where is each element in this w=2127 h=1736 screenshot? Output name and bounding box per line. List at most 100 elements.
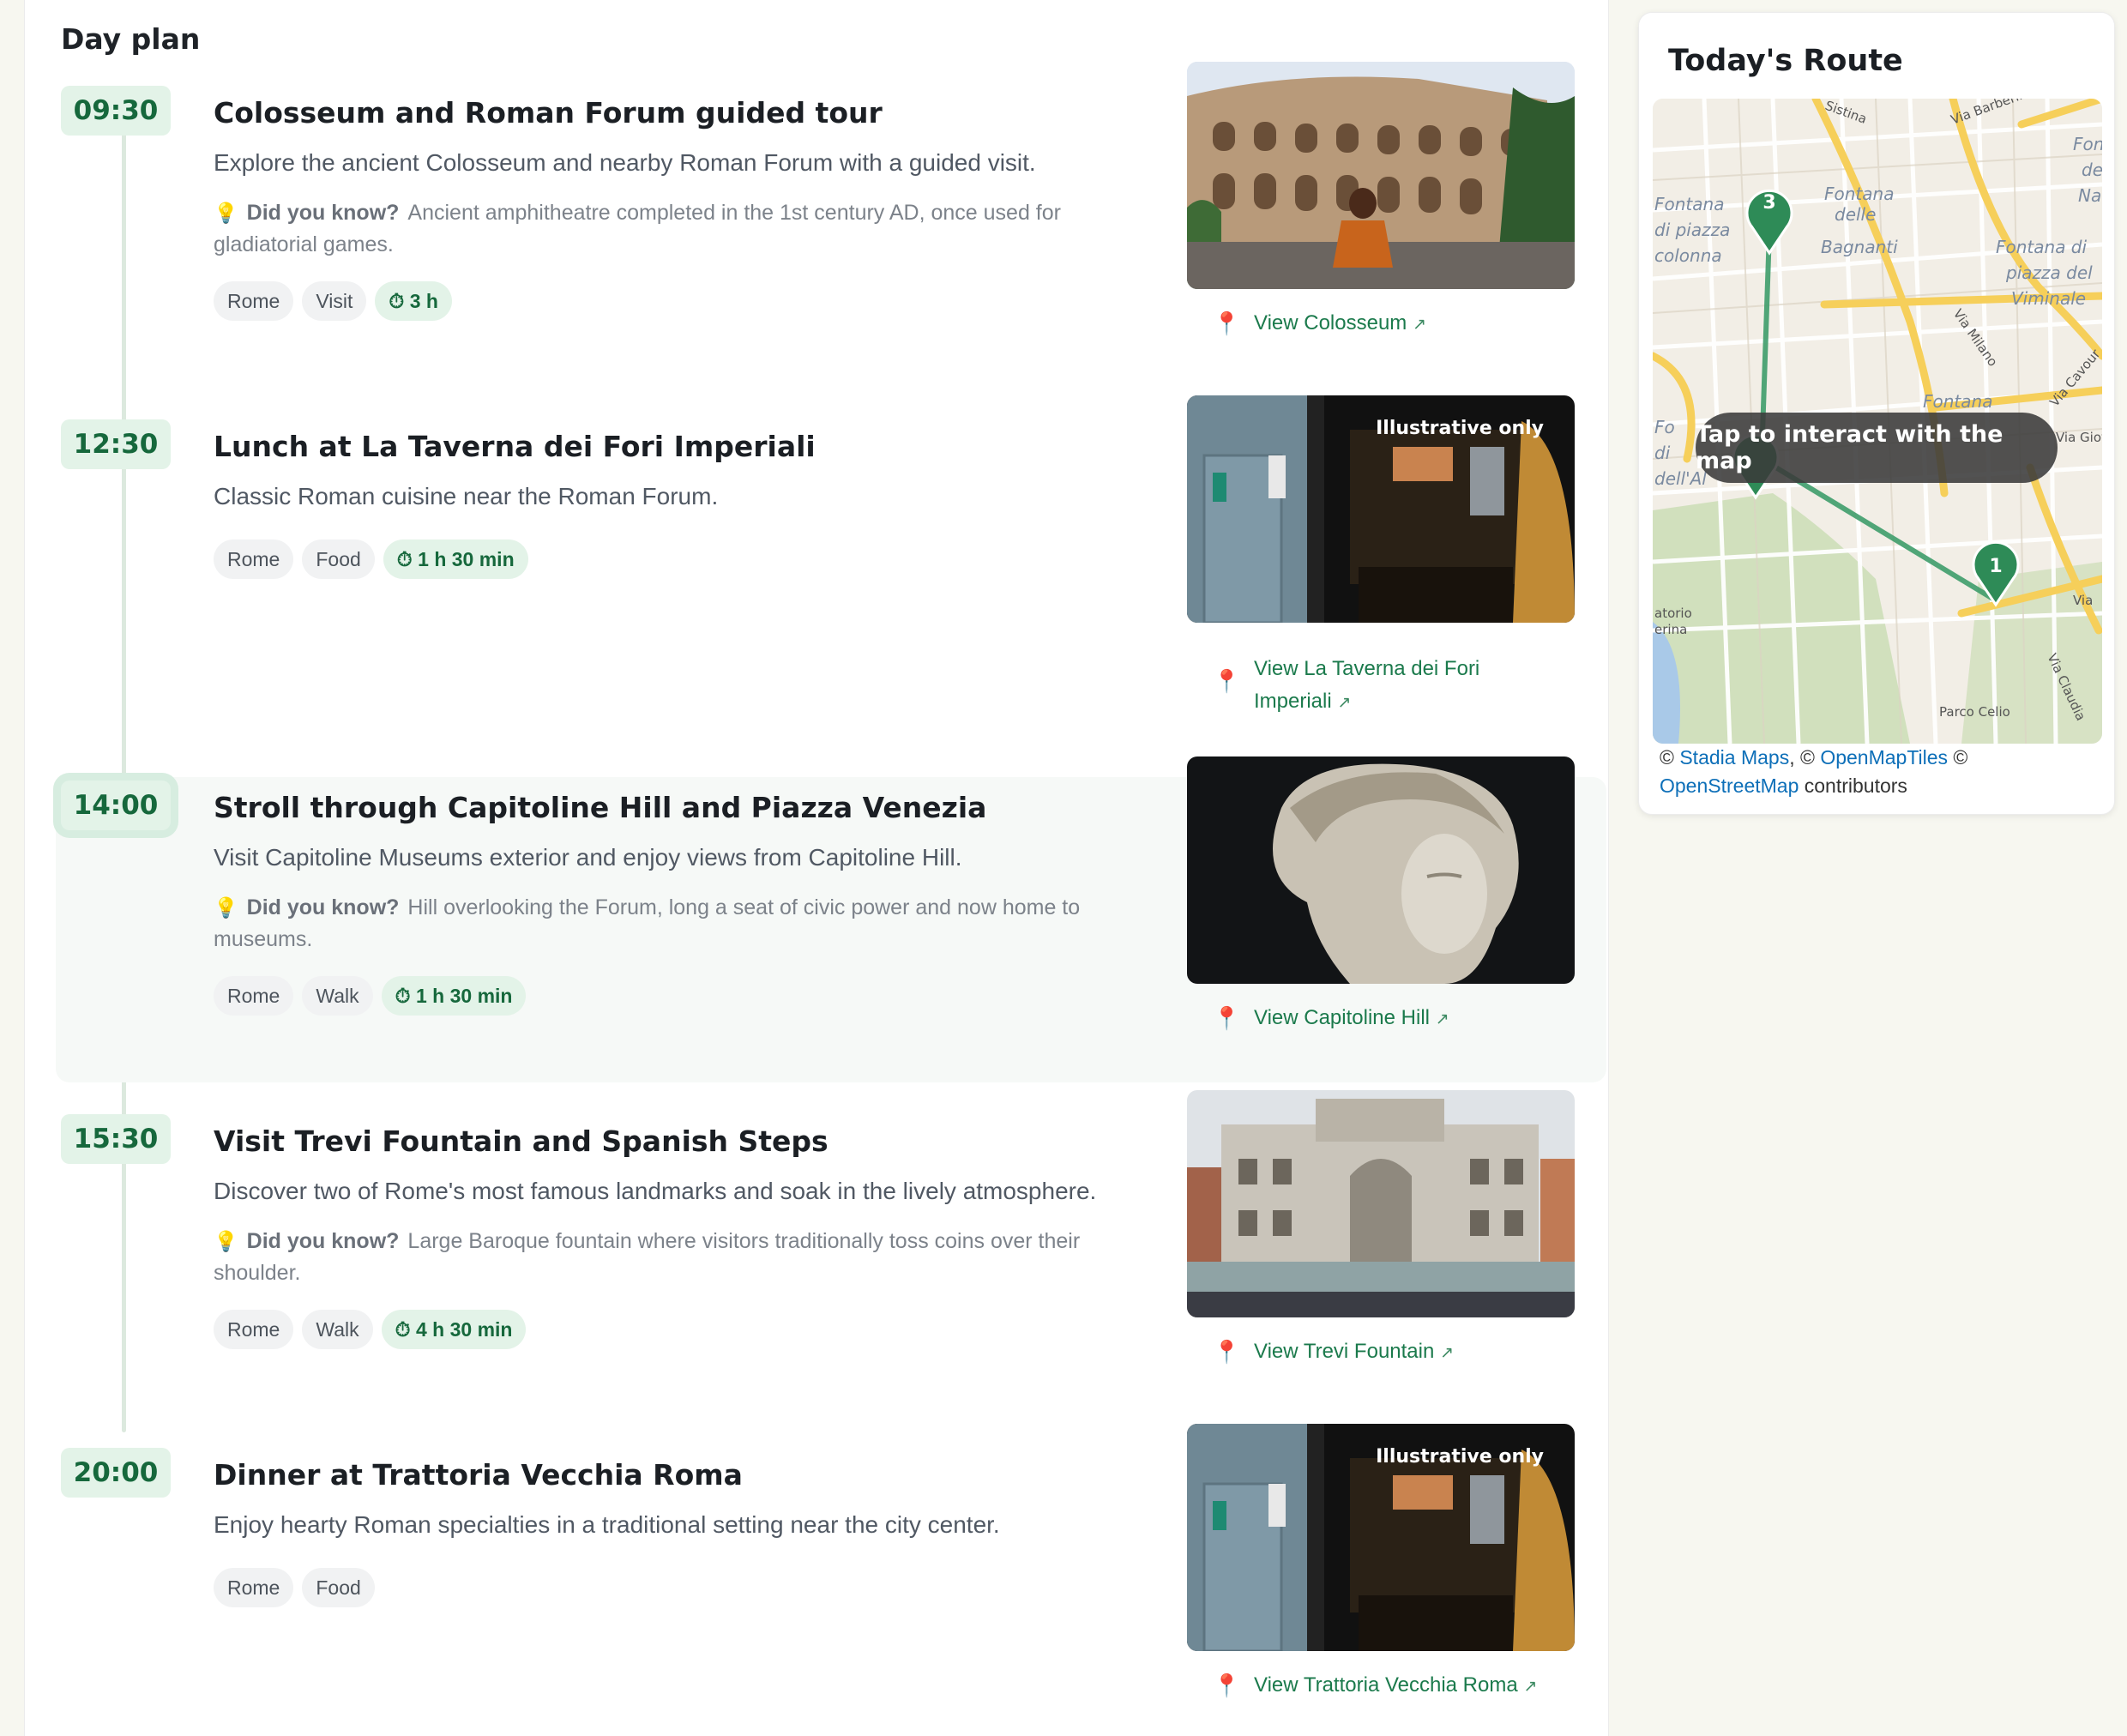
- fact-label: Did you know?: [246, 201, 400, 225]
- view-colosseum-link[interactable]: 📍 View Colosseum ↗: [1213, 307, 1556, 341]
- tag-type: Visit: [302, 281, 367, 321]
- colosseum-photo: [1187, 62, 1575, 289]
- trevi-photo: [1187, 1090, 1575, 1317]
- item-description: Discover two of Rome's most famous landm…: [214, 1178, 1097, 1204]
- map-label: Fon: [2073, 134, 2102, 154]
- did-you-know: 💡 Did you know? Large Baroque fountain whe…: [214, 1226, 1140, 1289]
- item-description: Classic Roman cuisine near the Roman For…: [214, 483, 719, 509]
- tag-city: Rome: [214, 976, 294, 1016]
- time-badge: 09:30: [61, 86, 171, 136]
- item-title: Lunch at La Taverna dei Fori Imperiali: [214, 430, 816, 463]
- map-label: piazza del: [2005, 262, 2093, 283]
- duration-text: 1 h 30 min: [418, 547, 515, 570]
- tag-list: Rome Walk ⏱ 4 h 30 min: [214, 1310, 527, 1349]
- marker-label: 1: [1989, 556, 2002, 577]
- tag-type: Walk: [302, 1310, 373, 1349]
- map-attribution: © Stadia Maps, © OpenMapTiles © OpenStree…: [1660, 744, 2088, 800]
- map-label: delle: [1835, 204, 1876, 225]
- map-label: atorio: [1654, 606, 1692, 621]
- attribution-text: , ©: [1789, 746, 1821, 769]
- map-pin-icon: 📍: [1213, 1005, 1241, 1031]
- tap-to-interact-button[interactable]: Tap to interact with the map: [1696, 413, 2058, 483]
- illustrative-label: Illustrative only: [1376, 418, 1544, 439]
- map-label: Fontana di: [1996, 237, 2087, 257]
- link-text: View La Taverna dei Fori: [1254, 657, 1480, 680]
- tag-type: Walk: [302, 976, 373, 1016]
- openmaptiles-link[interactable]: OpenMapTiles: [1820, 746, 1948, 769]
- stadia-maps-link[interactable]: Stadia Maps: [1679, 746, 1789, 769]
- tag-duration: ⏱ 1 h 30 min: [383, 539, 528, 579]
- map-label: Bagnanti: [1821, 237, 1898, 257]
- time-badge: 20:00: [61, 1448, 171, 1498]
- timer-icon: ⏱: [395, 984, 411, 1007]
- tag-list: Rome Food ⏱ 1 h 30 min: [214, 539, 528, 579]
- lightbulb-icon: 💡: [214, 1230, 238, 1252]
- item-description: Visit Capitoline Museums exterior and en…: [214, 844, 962, 871]
- timer-icon: ⏱: [396, 547, 413, 570]
- item-description: Enjoy hearty Roman specialties in a trad…: [214, 1511, 1000, 1538]
- tag-type: Food: [302, 539, 375, 579]
- map-label: Fontana: [1923, 391, 1992, 412]
- tag-list: Rome Food: [214, 1568, 375, 1607]
- map-label: Viminale: [2011, 288, 2086, 309]
- tag-duration: ⏱ 1 h 30 min: [381, 976, 527, 1016]
- time-badge: 15:30: [61, 1114, 171, 1164]
- fact-label: Did you know?: [246, 895, 400, 919]
- openstreetmap-link[interactable]: OpenStreetMap: [1660, 775, 1799, 797]
- route-card: Today's Route Fontana delle Bagnanti Fon…: [1638, 12, 2115, 815]
- fact-label: Did you know?: [246, 1229, 400, 1253]
- duration-text: 1 h 30 min: [415, 984, 513, 1007]
- tag-list: Rome Walk ⏱ 1 h 30 min: [214, 976, 527, 1016]
- timer-icon: ⏱: [395, 1317, 411, 1341]
- map-label: Parco Celio: [1939, 704, 2010, 720]
- map-pin-icon: 📍: [1213, 1673, 1241, 1698]
- tag-duration: ⏱ 4 h 30 min: [381, 1310, 527, 1349]
- map-label: de: [2082, 160, 2102, 180]
- item-description: Explore the ancient Colosseum and nearby…: [214, 149, 1036, 176]
- map-label: Fontana: [1654, 194, 1724, 214]
- lightbulb-icon: 💡: [214, 896, 238, 919]
- map-label: Via Giova: [2056, 430, 2102, 445]
- map-label: Nai: [2078, 185, 2102, 206]
- route-title: Today's Route: [1668, 44, 1903, 78]
- link-text: View Trattoria Vecchia Roma: [1254, 1673, 1518, 1697]
- did-you-know: 💡 Did you know? Ancient amphitheatre compl…: [214, 197, 1140, 261]
- view-trattoria-link[interactable]: 📍 View Trattoria Vecchia Roma ↗: [1213, 1669, 1556, 1703]
- did-you-know: 💡 Did you know? Hill overlooking the Forum…: [214, 892, 1140, 955]
- item-title: Stroll through Capitoline Hill and Piazz…: [214, 791, 987, 824]
- external-link-icon: ↗: [1523, 1678, 1538, 1696]
- map-label: Via: [2073, 593, 2093, 608]
- map-label: Fontana: [1824, 184, 1894, 204]
- tag-city: Rome: [214, 1568, 294, 1607]
- map-label: Fo: [1654, 417, 1675, 437]
- restaurant-illustration: Illustrative only: [1187, 1424, 1575, 1651]
- restaurant-illustration: Illustrative only: [1187, 395, 1575, 623]
- map-pin-icon: 📍: [1213, 668, 1241, 694]
- link-text: View Capitoline Hill: [1254, 1006, 1430, 1029]
- external-link-icon: ↗: [1412, 316, 1426, 334]
- external-link-icon: ↗: [1440, 1344, 1454, 1362]
- marker-label: 3: [1762, 192, 1775, 214]
- map-pin-icon: 📍: [1213, 310, 1241, 336]
- timer-icon: ⏱: [389, 289, 405, 312]
- map-label: erina: [1654, 622, 1687, 637]
- view-trevi-link[interactable]: 📍 View Trevi Fountain ↗: [1213, 1335, 1556, 1370]
- item-title: Visit Trevi Fountain and Spanish Steps: [214, 1124, 829, 1158]
- attribution-text: ©: [1948, 746, 1968, 769]
- tag-duration: ⏱ 3 h: [375, 281, 452, 321]
- duration-text: 3 h: [409, 289, 438, 312]
- tag-list: Rome Visit ⏱ 3 h: [214, 281, 452, 321]
- attribution-text: contributors: [1799, 775, 1907, 797]
- external-link-icon: ↗: [1435, 1010, 1449, 1028]
- map-pin-icon: 📍: [1213, 1339, 1241, 1365]
- route-map[interactable]: Fontana delle Bagnanti Fontana di piazza…: [1653, 99, 2102, 744]
- view-capitoline-link[interactable]: 📍 View Capitoline Hill ↗: [1213, 1002, 1556, 1036]
- item-title: Dinner at Trattoria Vecchia Roma: [214, 1458, 743, 1492]
- time-badge: 12:30: [61, 419, 171, 469]
- day-plan-panel: Day plan 09:30 Colosseum and Roman Forum…: [24, 0, 1609, 1736]
- map-label: colonna: [1654, 245, 1722, 266]
- tag-type: Food: [302, 1568, 375, 1607]
- time-badge: 14:00: [61, 781, 171, 830]
- link-text: View Trevi Fountain: [1254, 1340, 1435, 1363]
- view-taverna-link[interactable]: 📍 View La Taverna dei Fori Imperiali ↗: [1213, 653, 1556, 720]
